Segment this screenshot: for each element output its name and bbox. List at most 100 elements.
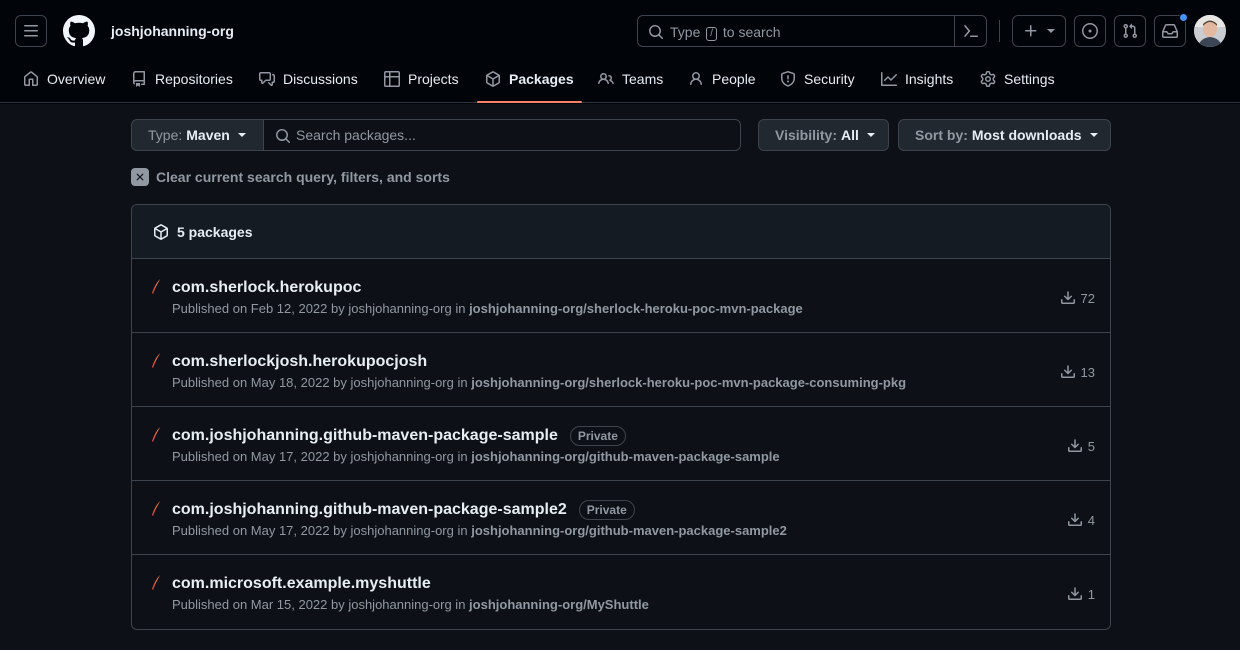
menu-button[interactable]: [15, 15, 47, 47]
package-repo-link[interactable]: joshjohanning-org/github-maven-package-s…: [471, 449, 779, 464]
package-name: com.joshjohanning.github-maven-package-s…: [172, 500, 635, 520]
package-meta: Published on May 18, 2022 by joshjohanni…: [172, 375, 906, 391]
header-divider: [999, 20, 1000, 42]
maven-feather-icon: [152, 427, 160, 442]
comment-discussion-icon: [259, 72, 275, 86]
package-row: com.joshjohanning.github-maven-package-s…: [132, 407, 1110, 481]
download-count: 1: [1067, 586, 1095, 602]
org-name-link[interactable]: joshjohanning-org: [111, 22, 234, 40]
person-icon: [690, 72, 702, 86]
package-repo-link[interactable]: joshjohanning-org/sherlock-heroku-poc-mv…: [469, 301, 803, 316]
package-name: com.microsoft.example.myshuttle: [172, 574, 431, 594]
graph-icon: [881, 72, 897, 86]
tab-label: Repositories: [155, 71, 233, 87]
package-published: Published on Feb 12, 2022 by joshjohanni…: [172, 301, 466, 316]
download-icon: [1067, 439, 1082, 452]
tab-insights[interactable]: Insights: [881, 64, 953, 103]
package-name-link[interactable]: com.microsoft.example.myshuttle: [172, 574, 431, 594]
visibility-filter-dropdown[interactable]: Visibility: All: [758, 119, 889, 151]
issue-opened-icon: [1082, 23, 1098, 39]
tab-label: Insights: [905, 71, 954, 87]
download-count-value: 4: [1087, 512, 1095, 528]
package-row: com.sherlockjosh.herokupocjosh Published…: [132, 333, 1110, 407]
package-meta: Published on May 17, 2022 by joshjohanni…: [172, 449, 780, 465]
package-meta: Published on Feb 12, 2022 by joshjohanni…: [172, 301, 803, 317]
package-published: Published on May 18, 2022 by joshjohanni…: [172, 375, 468, 390]
tab-label: Projects: [408, 71, 459, 87]
gear-icon: [980, 71, 996, 87]
package-meta: Published on May 17, 2022 by joshjohanni…: [172, 523, 787, 539]
sort-value: Most downloads: [971, 127, 1082, 143]
package-search-input[interactable]: [296, 120, 726, 150]
package-name-link[interactable]: com.joshjohanning.github-maven-package-s…: [172, 426, 558, 446]
tab-label: Security: [804, 71, 855, 87]
tab-settings[interactable]: Settings: [980, 64, 1055, 103]
github-logo-icon[interactable]: [63, 15, 95, 47]
package-repo-link[interactable]: joshjohanning-org/sherlock-heroku-poc-mv…: [471, 375, 906, 390]
package-search-field[interactable]: [263, 119, 741, 151]
tab-label: Overview: [47, 71, 106, 87]
sort-dropdown[interactable]: Sort by: Most downloads: [898, 119, 1111, 151]
package-repo-link[interactable]: joshjohanning-org/github-maven-package-s…: [471, 523, 787, 538]
notification-indicator: [1179, 13, 1188, 22]
chevron-down-icon: [1047, 29, 1055, 33]
package-name: com.sherlock.herokupoc: [172, 278, 361, 298]
notifications-button[interactable]: [1154, 13, 1188, 47]
tab-discussions[interactable]: Discussions: [259, 64, 358, 103]
search-icon: [276, 129, 291, 144]
type-filter-dropdown[interactable]: Type: Maven: [131, 119, 264, 151]
private-badge: Private: [578, 500, 635, 520]
package-name-link[interactable]: com.sherlock.herokupoc: [172, 278, 361, 298]
plus-icon: [1025, 25, 1037, 37]
pull-requests-button[interactable]: [1114, 15, 1146, 47]
type-filter-value: Maven: [186, 127, 230, 143]
download-count: 5: [1067, 438, 1095, 454]
chevron-down-icon: [1089, 133, 1098, 137]
package-name-link[interactable]: com.joshjohanning.github-maven-package-s…: [172, 500, 567, 520]
visibility-filter-label: Visibility:: [775, 127, 837, 143]
download-count-value: 72: [1080, 290, 1095, 306]
command-palette-button[interactable]: [954, 16, 986, 46]
tab-overview[interactable]: Overview: [23, 64, 105, 103]
search-shortcut-key: /: [706, 27, 718, 41]
search-hint-prefix: Type: [670, 24, 701, 40]
issues-button[interactable]: [1074, 15, 1106, 47]
download-icon: [1067, 513, 1082, 526]
hamburger-icon: [24, 25, 38, 37]
maven-feather-icon: [152, 575, 160, 590]
package-row: com.sherlock.herokupoc Published on Feb …: [132, 259, 1110, 333]
packages-list: 5 packages com.sherlock.herokupoc Publis…: [131, 204, 1111, 630]
download-count: 72: [1060, 290, 1095, 306]
people-icon: [598, 72, 614, 85]
package-published: Published on May 17, 2022 by joshjohanni…: [172, 449, 468, 464]
create-new-button[interactable]: [1012, 15, 1066, 47]
package-row: com.microsoft.example.myshuttle Publishe…: [132, 555, 1110, 629]
x-icon: [131, 168, 149, 186]
package-repo-link[interactable]: joshjohanning-org/MyShuttle: [469, 597, 649, 612]
download-count-value: 1: [1087, 586, 1095, 602]
packages-list-header: 5 packages: [132, 205, 1110, 259]
package-published: Published on May 17, 2022 by joshjohanni…: [172, 523, 468, 538]
tab-packages[interactable]: Packages: [477, 64, 582, 103]
package-row: com.joshjohanning.github-maven-package-s…: [132, 481, 1110, 555]
global-search-input[interactable]: Type / to search: [637, 15, 987, 47]
package-name-link[interactable]: com.sherlockjosh.herokupocjosh: [172, 352, 427, 372]
tab-people[interactable]: People: [688, 64, 756, 103]
repo-icon: [133, 71, 145, 87]
chevron-down-icon: [237, 133, 246, 137]
download-count-value: 5: [1087, 438, 1095, 454]
avatar[interactable]: [1194, 15, 1226, 47]
git-pull-request-icon: [1123, 23, 1138, 39]
tab-label: Discussions: [283, 71, 358, 87]
tab-teams[interactable]: Teams: [598, 64, 663, 103]
global-header: joshjohanning-org Type / to search Overv…: [0, 0, 1240, 103]
clear-filters-link[interactable]: Clear current search query, filters, and…: [131, 168, 450, 186]
tab-security[interactable]: Security: [780, 64, 855, 103]
search-hint: Type / to search: [670, 23, 781, 41]
tab-label: Teams: [622, 71, 664, 87]
tab-label: Settings: [1004, 71, 1055, 87]
private-badge: Private: [569, 426, 626, 446]
tab-repositories[interactable]: Repositories: [131, 64, 233, 103]
tab-projects[interactable]: Projects: [384, 64, 459, 103]
tab-label: Packages: [509, 71, 574, 87]
